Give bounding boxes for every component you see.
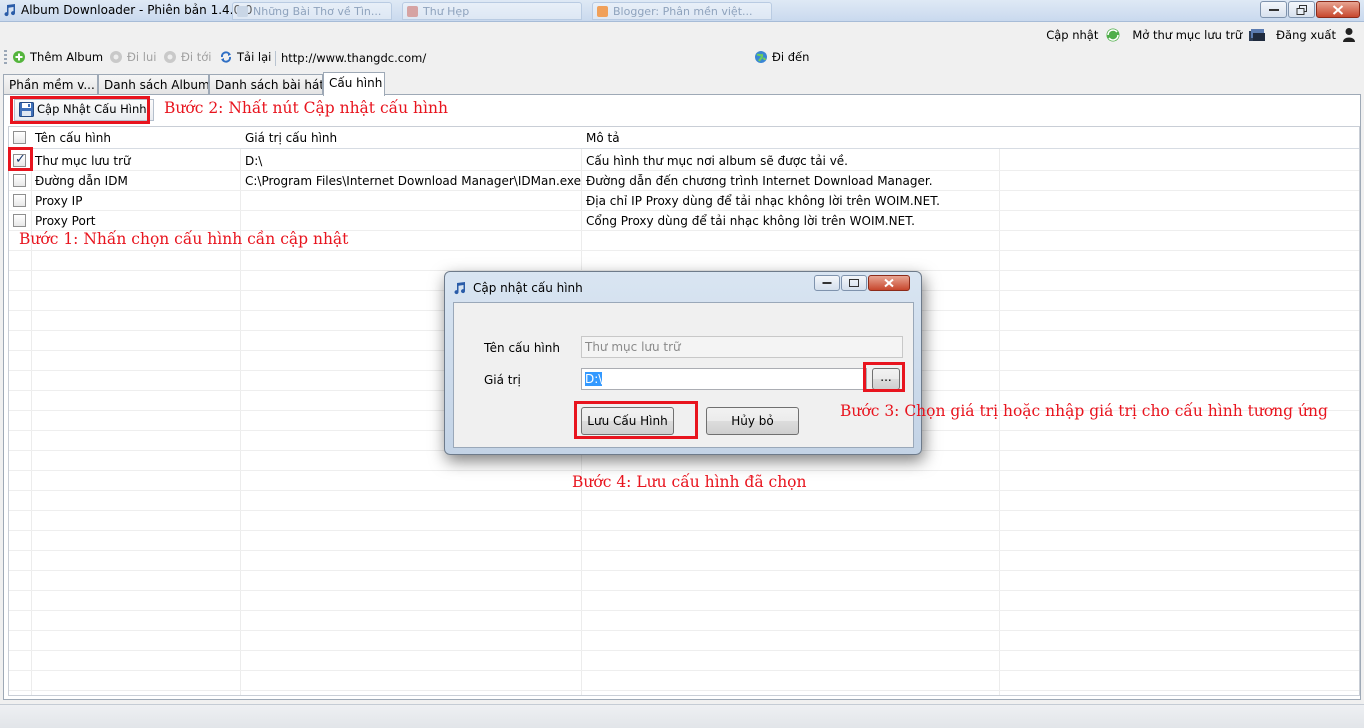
update-link[interactable]: Cập nhật [1046,27,1122,43]
title-bar: Album Downloader - Phiên bản 1.4.0.0 Nhữ… [0,0,1364,22]
dialog-title: Cập nhật cấu hình [473,281,583,295]
background-tab-1[interactable]: Những Bài Thơ về Tìn... [232,2,392,20]
table-row[interactable]: Proxy Port Cổng Proxy dùng để tải nhạc k… [9,211,1359,231]
maximize-icon [849,279,859,287]
dialog-body: Tên cấu hình Thư mục lưu trữ Giá trị D:\… [453,302,914,448]
save-config-button[interactable]: Lưu Cấu Hình [581,407,674,435]
config-name-label: Tên cấu hình [484,341,560,355]
dialog-close-button[interactable] [868,275,910,291]
config-value-label: Giá trị [484,373,521,387]
config-name-field: Thư mục lưu trữ [581,336,903,358]
select-all-checkbox[interactable] [13,131,26,144]
tab-software[interactable]: Phần mềm v... [3,74,98,95]
refresh-globe-icon [1106,28,1120,42]
add-icon [13,51,25,63]
tab-album-list[interactable]: Danh sách Album [98,74,209,95]
annotation-step-1: Bước 1: Nhấn chọn cấu hình cần cập nhật [19,230,349,248]
back-icon [110,51,122,63]
background-tab-3[interactable]: Blogger: Phân mền việt... [592,2,772,20]
restore-icon [1296,4,1307,15]
folder-icon [1249,29,1266,41]
row-checkbox[interactable] [13,194,26,207]
annotation-step-2: Bước 2: Nhất nút Cập nhật cấu hình [164,99,448,117]
back-button[interactable]: Đi lui [109,50,156,64]
annotation-step-4: Bước 4: Lưu cấu hình đã chọn [572,473,807,491]
column-header-name[interactable]: Tên cấu hình [35,131,111,145]
row-checkbox[interactable] [13,174,26,187]
cancel-button[interactable]: Hủy bỏ [706,407,799,435]
maximize-button[interactable] [1288,1,1315,18]
update-config-button[interactable]: Cập Nhật Cấu Hình [14,99,154,121]
reload-button[interactable]: Tải lại [219,50,271,64]
url-input[interactable] [281,49,747,67]
dialog-maximize-button[interactable] [841,275,867,291]
table-row[interactable]: Thư mục lưu trữ D:\ Cấu hình thư mục nơi… [9,151,1359,171]
go-button[interactable]: Đi đến [754,50,809,64]
header-links: Cập nhật Mở thư mục lưu trữ Đăng xuất [1046,26,1356,44]
browse-button[interactable]: ... [872,368,900,390]
close-icon [884,278,894,288]
user-icon [1343,28,1355,42]
forward-icon [164,51,176,63]
toolbar-grip[interactable] [4,50,7,66]
globe-icon [755,51,767,63]
close-window-button[interactable] [1316,1,1360,18]
row-checkbox[interactable] [13,152,26,167]
app-music-icon [4,4,16,17]
config-value-field[interactable]: D:\ [581,368,867,390]
tab-config[interactable]: Cấu hình [323,72,385,96]
music-icon [454,282,466,295]
save-disk-icon [19,102,34,117]
table-row[interactable]: Đường dẫn IDM C:\Program Files\Internet … [9,171,1359,191]
logout-link[interactable]: Đăng xuất [1276,27,1356,43]
column-header-description[interactable]: Mô tả [586,131,620,145]
window-title: Album Downloader - Phiên bản 1.4.0.0 [21,3,253,17]
dialog-minimize-button[interactable] [814,275,840,291]
minimize-button[interactable] [1260,1,1287,18]
table-row[interactable]: Proxy IP Địa chỉ IP Proxy dùng để tải nh… [9,191,1359,211]
reload-icon [220,51,232,63]
column-header-value[interactable]: Giá trị cấu hình [245,131,337,145]
minimize-icon [1268,8,1279,11]
update-config-dialog: Cập nhật cấu hình Tên cấu hình Thư mục l… [444,271,922,455]
row-checkbox[interactable] [13,214,26,227]
status-bar [0,704,1364,728]
toolbar: Thêm Album Đi lui Đi tới Tải lại Đi đến [0,46,1364,70]
minimize-icon [822,282,832,284]
close-icon [1332,4,1344,15]
toolbar-separator [275,51,276,66]
table-header: Tên cấu hình Giá trị cấu hình Mô tả [9,127,1359,149]
background-tab-2[interactable]: Thư Hẹp [402,2,582,20]
annotation-step-3: Bước 3: Chọn giá trị hoặc nhập giá trị c… [840,402,1328,420]
open-folder-link[interactable]: Mở thư mục lưu trữ [1132,27,1266,43]
tab-song-list[interactable]: Danh sách bài hát [209,74,323,95]
add-album-button[interactable]: Thêm Album [12,50,103,64]
forward-button[interactable]: Đi tới [163,50,212,64]
